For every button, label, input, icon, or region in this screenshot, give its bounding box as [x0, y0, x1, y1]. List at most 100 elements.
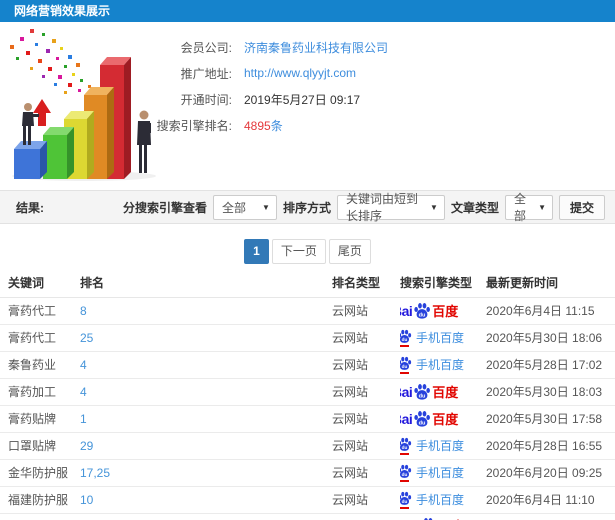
cell-engine-type: du 手机百度 [400, 351, 486, 379]
col-header-rank: 排名 [80, 269, 332, 298]
rank-link[interactable]: 10 [80, 493, 93, 507]
cell-rank: 1 [80, 405, 332, 433]
cell-rank-type: 云网站 [332, 297, 400, 325]
rank-link[interactable]: 4 [80, 358, 87, 372]
cell-rank-type: 云网站 [332, 378, 400, 406]
promo-url-row: 推广地址: http://www.qlyyjt.com [120, 60, 388, 86]
page-title: 网络营销效果展示 [14, 4, 111, 18]
col-header-updated: 最新更新时间 [486, 269, 615, 298]
mobile-baidu-label: 手机百度 [416, 331, 465, 345]
titlebar: 网络营销效果展示 [0, 0, 615, 22]
engine-rank-unit: 条 [270, 118, 283, 133]
svg-text:du: du [419, 393, 426, 399]
open-time-value: 2019年5月27日 09:17 [244, 92, 361, 107]
submit-button[interactable]: 提交 [558, 194, 605, 220]
baidu-logo: Bai du 百度 [400, 383, 486, 401]
promo-url-link[interactable]: http://www.qlyyjt.com [244, 66, 356, 80]
cell-rank-type: 云网站 [332, 432, 400, 460]
baidu-underline-decor [400, 344, 409, 347]
baidu-logo-cn-text: 百度 [438, 516, 464, 520]
cell-engine-type: du 手机百度 [400, 324, 486, 352]
cell-updated: 2020年5月30日 18:03 [486, 378, 615, 406]
table-row: 秦鲁药业 4 云网站 du 手机百度 2020年5月28日 17:02 [0, 351, 615, 379]
table-header-row: 关键词 排名 排名类型 搜索引擎类型 最新更新时间 [0, 269, 615, 298]
confetti-decor [10, 29, 91, 94]
cell-rank: 4 [80, 378, 332, 406]
cell-rank: 10 [80, 486, 332, 514]
page-button-current[interactable]: 1 [244, 239, 269, 264]
baidu-logo: Bai du 百度 [400, 302, 486, 320]
mobile-baidu-logo: du 手机百度 [400, 437, 486, 455]
company-name-link[interactable]: 济南秦鲁药业科技有限公司 [244, 39, 388, 56]
sort-filter-select[interactable]: 关键词由短到长排序 ▼ [336, 192, 445, 223]
baidu-logo-bai-text: Bai [400, 302, 413, 319]
dropdown-caret-icon: ▼ [262, 202, 270, 212]
baidu-logo: Bai du 百度 [398, 517, 464, 520]
mobile-baidu-logo: du 手机百度 [400, 491, 486, 509]
cell-engine-type: du 手机百度 [400, 432, 486, 460]
cell-updated: 2020年6月20日 09:25 [486, 459, 615, 487]
cell-rank: 8 [80, 297, 332, 325]
baidu-underline-decor [400, 506, 409, 509]
cell-keyword: 金华防护服 [0, 459, 80, 487]
baidu-paw-icon: du [414, 410, 431, 427]
cell-rank-type: 云网站 [332, 486, 400, 514]
baidu-underline-decor [400, 479, 409, 482]
cell-updated: 2020年5月30日 18:06 [486, 324, 615, 352]
cell-engine-type: Bai du 百度 [400, 297, 486, 325]
baidu-underline-decor [400, 452, 409, 455]
cell-rank-type: 云网站 [332, 351, 400, 379]
baidu-logo-bai-text: Bai [400, 383, 413, 400]
rank-link[interactable]: 25 [80, 331, 93, 345]
baidu-logo-cn-text: 百度 [432, 385, 459, 400]
table-row: 金华防护服 17,25 云网站 du 手机百度 2020年6月20日 09:25 [0, 459, 615, 487]
page-button-last[interactable]: 尾页 [328, 239, 371, 264]
rank-link[interactable]: 8 [80, 304, 87, 318]
dropdown-caret-icon: ▼ [538, 202, 546, 212]
article-type-select[interactable]: 全部 ▼ [504, 192, 553, 223]
table-row: 福建防护服 10 云网站 du 手机百度 2020年6月4日 11:10 [0, 486, 615, 514]
filter-bar: 结果: 分搜索引擎查看 全部 ▼ 排序方式 关键词由短到长排序 ▼ 文章类型 全… [0, 190, 615, 224]
promo-url-label: 推广地址: [180, 66, 232, 81]
page-button-next[interactable]: 下一页 [271, 239, 326, 264]
article-type-label: 文章类型 [450, 200, 499, 215]
engine-filter-label: 分搜索引擎查看 [122, 200, 207, 215]
cell-rank: 17,25 [80, 459, 332, 487]
dropdown-caret-icon: ▼ [430, 202, 438, 212]
baidu-logo: Bai du 百度 [400, 410, 486, 428]
rank-link[interactable]: 17,25 [80, 466, 110, 480]
article-type-value: 全部 [513, 192, 526, 223]
result-label: 结果: [16, 200, 44, 215]
baidu-paw-icon: du [400, 356, 412, 370]
mobile-baidu-logo: du 手机百度 [400, 464, 486, 482]
rank-link[interactable]: 4 [80, 385, 87, 399]
baidu-paw-icon: du [414, 383, 431, 400]
baidu-paw-icon: du [400, 491, 412, 505]
open-time-label: 开通时间: [180, 92, 232, 107]
cell-keyword: 膏药代工 [0, 324, 80, 352]
partial-next-row: Bai du 百度 [0, 514, 615, 520]
pagination: 1 下一页 尾页 [0, 239, 615, 265]
col-header-engine-type: 搜索引擎类型 [400, 269, 486, 298]
cell-keyword: 口罩贴牌 [0, 432, 80, 460]
cell-rank-type: 云网站 [332, 405, 400, 433]
baidu-logo-bai-text: Bai [400, 410, 413, 427]
cell-rank: 25 [80, 324, 332, 352]
engine-filter-value: 全部 [221, 200, 246, 215]
baidu-paw-icon: du [400, 464, 412, 478]
cell-engine-type: du 手机百度 [400, 459, 486, 487]
svg-text:du: du [402, 444, 408, 449]
cell-keyword: 秦鲁药业 [0, 351, 80, 379]
cell-rank: 4 [80, 351, 332, 379]
growth-arrow [33, 99, 51, 126]
cell-updated: 2020年5月28日 17:02 [486, 351, 615, 379]
svg-text:du: du [402, 336, 408, 341]
col-header-rank-type: 排名类型 [332, 269, 400, 298]
sort-filter-value: 关键词由短到长排序 [345, 192, 418, 223]
rank-link[interactable]: 29 [80, 439, 93, 453]
rank-link[interactable]: 1 [80, 412, 87, 426]
engine-filter-select[interactable]: 全部 ▼ [212, 194, 277, 220]
page: 网络营销效果展示 会员公司: 济南秦鲁药业科技有限公司 推广地址: http:/… [0, 0, 615, 520]
cell-engine-type: Bai du 百度 [400, 378, 486, 406]
mobile-baidu-label: 手机百度 [416, 493, 465, 507]
